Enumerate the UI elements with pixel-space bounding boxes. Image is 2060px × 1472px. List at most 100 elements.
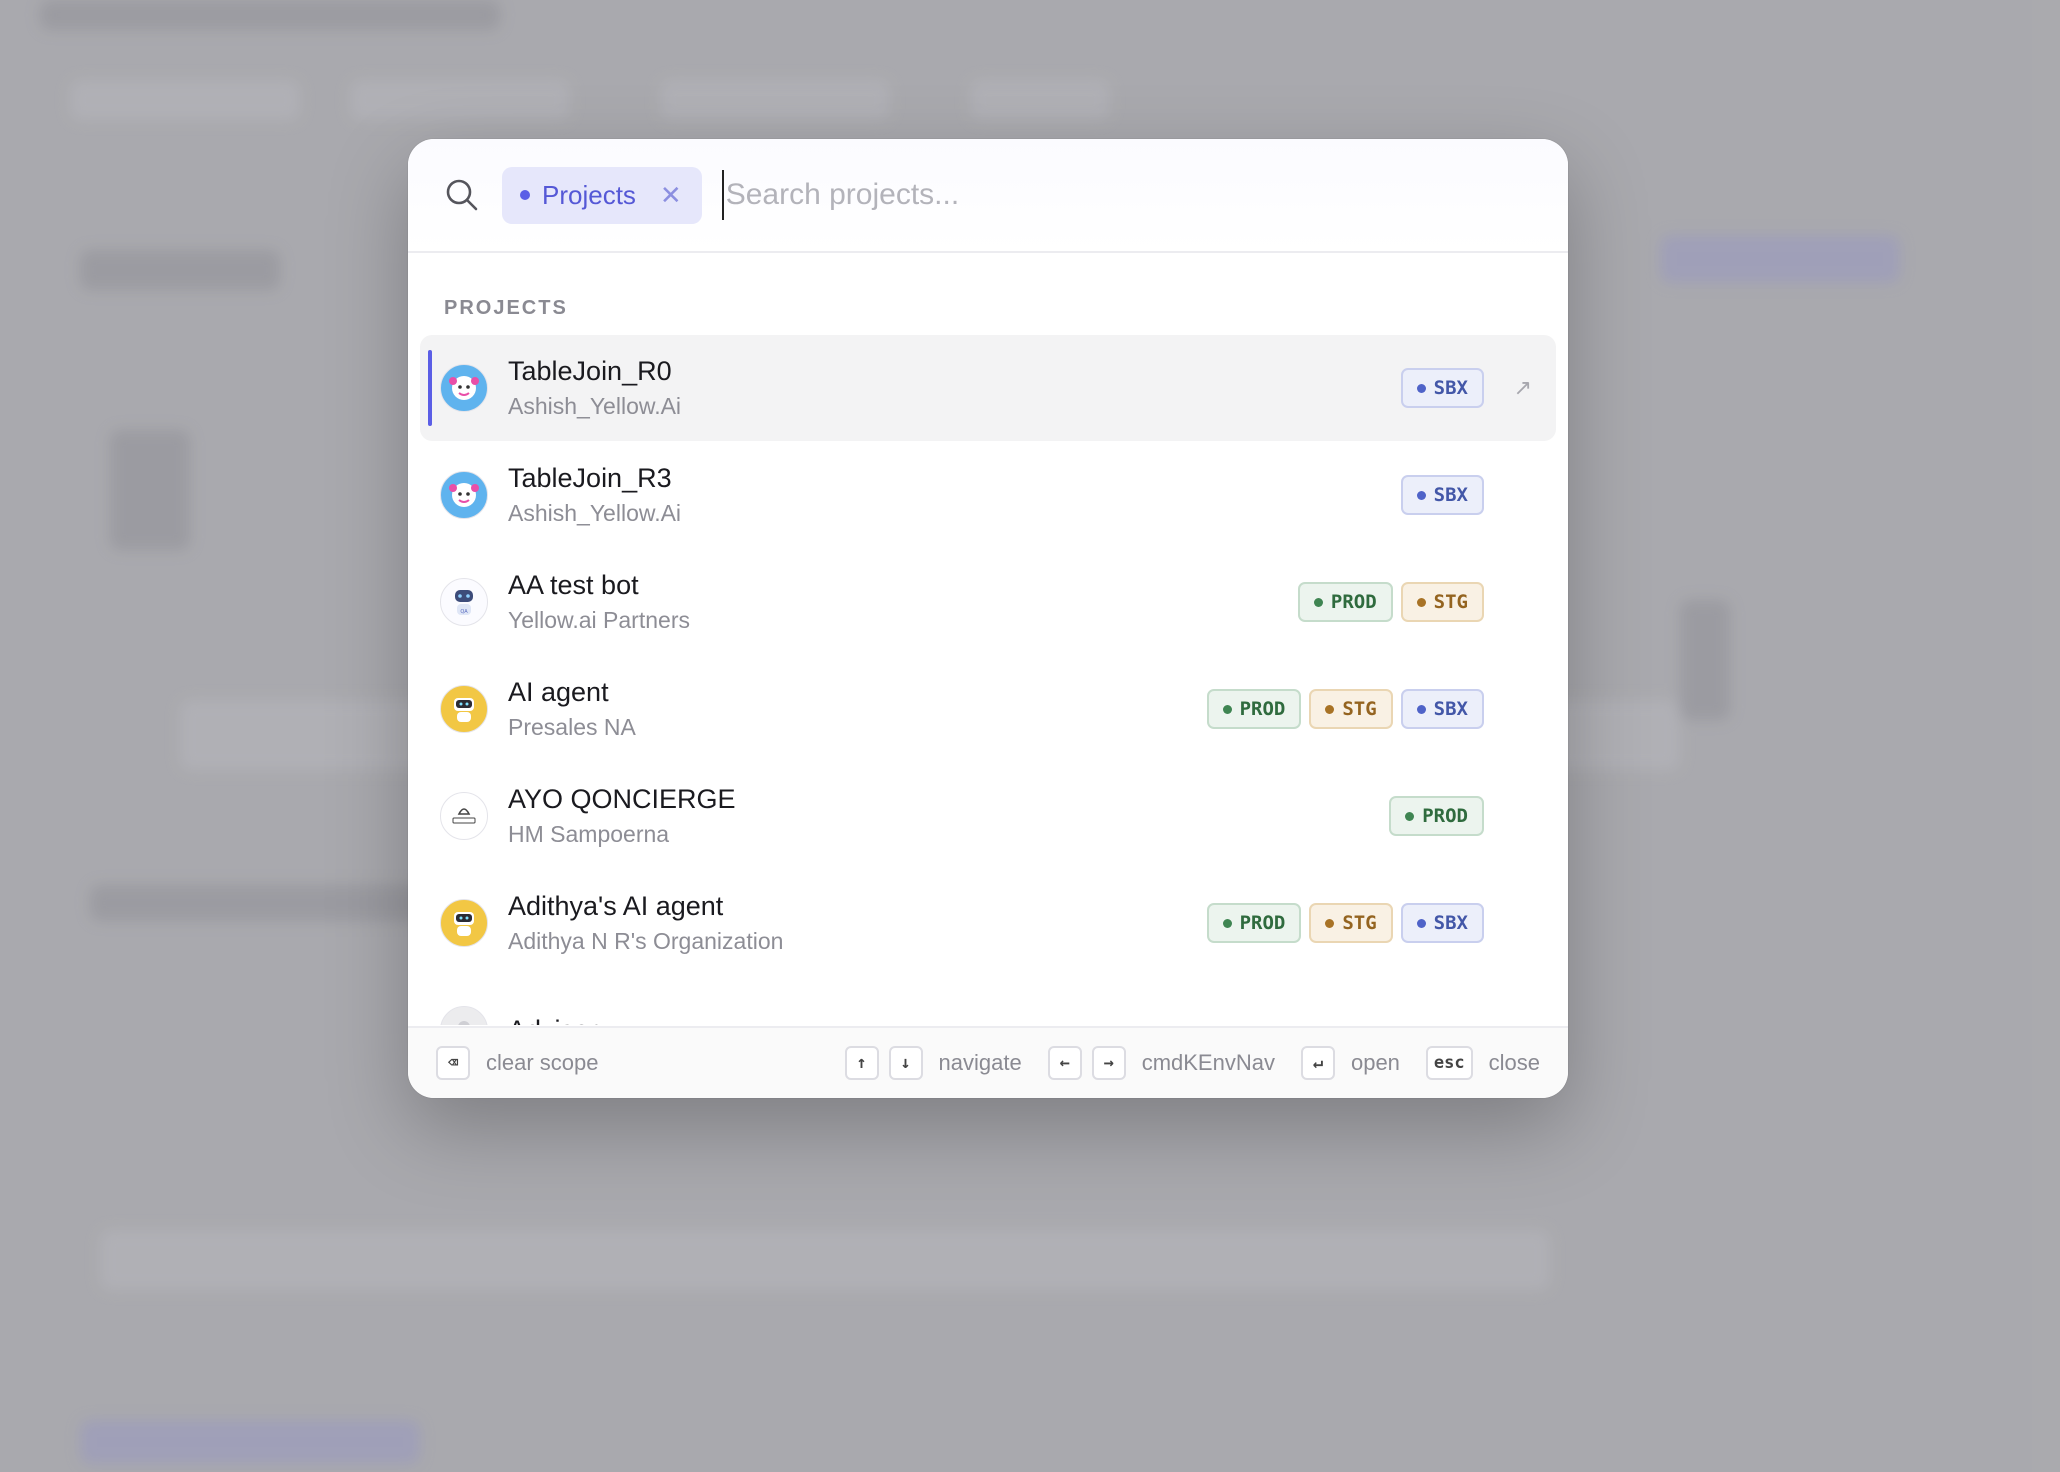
env-badge-prod[interactable]: PROD <box>1206 903 1302 943</box>
arrow-left-key: ← <box>1047 1046 1082 1080</box>
env-badge-label: SBX <box>1433 698 1468 720</box>
shortcut-footer: ⌫ clear scope ↑ ↓ navigate ← → cmdKEnvNa… <box>408 1026 1568 1098</box>
env-dot <box>1416 918 1426 928</box>
env-dot <box>1313 597 1323 607</box>
close-hint: esc close <box>1425 1046 1540 1080</box>
env-badge-label: PROD <box>1239 698 1286 720</box>
project-name: TableJoin_R0 <box>508 356 672 386</box>
close-label: close <box>1488 1050 1540 1075</box>
robot-avatar-white-icon: QA <box>440 578 488 626</box>
env-badge-label: PROD <box>1239 912 1286 934</box>
env-badge-label: SBX <box>1433 912 1468 934</box>
env-badge-sbx[interactable]: SBX <box>1400 368 1484 408</box>
arrow-up-key: ↑ <box>844 1046 879 1080</box>
scope-chip: Projects ✕ <box>502 166 702 224</box>
scope-dot <box>520 190 530 200</box>
enter-key: ↵ <box>1300 1046 1335 1080</box>
project-text: TableJoin_R0 Ashish_Yellow.Ai <box>508 354 1401 422</box>
env-badge-label: STG <box>1342 912 1377 934</box>
project-list: TableJoin_R0 Ashish_Yellow.Ai SBX ↗ TableJoi… <box>420 335 1556 1025</box>
search-bar: Projects ✕ <box>408 139 1568 253</box>
env-badge-stg[interactable]: STG <box>1309 689 1393 729</box>
env-badge-stg[interactable]: STG <box>1309 903 1393 943</box>
env-dot <box>1416 597 1426 607</box>
env-badges: PROD STG <box>1297 582 1484 622</box>
env-badges: PROD <box>1389 796 1484 836</box>
project-org: Ashish_Yellow.Ai <box>508 500 682 526</box>
env-dot <box>1325 704 1335 714</box>
project-name: Advisor <box>508 1013 1401 1025</box>
project-org: Yellow.ai Partners <box>508 607 690 633</box>
iqos-logo-icon <box>440 792 488 840</box>
env-dot <box>1416 490 1426 500</box>
project-name: AI agent <box>508 677 609 707</box>
esc-key: esc <box>1425 1046 1473 1080</box>
env-badge-stg[interactable]: STG <box>1400 582 1484 622</box>
env-badge-prod[interactable]: PROD <box>1297 582 1393 622</box>
clear-scope-hint: ⌫ clear scope <box>436 1046 599 1080</box>
env-badge-label: PROD <box>1330 591 1377 613</box>
open-arrow-icon[interactable]: ↗ <box>1514 375 1532 401</box>
project-org: HM Sampoerna <box>508 821 670 847</box>
env-badges: PROD STG SBX <box>1206 689 1484 729</box>
env-dot <box>1222 918 1232 928</box>
svg-text:QA: QA <box>460 609 468 615</box>
project-org: Presales NA <box>508 714 636 740</box>
project-row[interactable]: AYO QONCIERGE HM Sampoerna PROD <box>420 763 1556 869</box>
project-text: AA test bot Yellow.ai Partners <box>508 568 1298 636</box>
env-badge-sbx[interactable]: SBX <box>1400 903 1484 943</box>
project-row[interactable]: AdvisorSTG <box>420 977 1556 1025</box>
project-row[interactable]: AI agent Presales NA PROD STG SBX <box>420 656 1556 762</box>
env-badges: PROD STG SBX <box>1206 903 1484 943</box>
project-org: Adithya N R's Organization <box>508 928 784 954</box>
env-dot <box>1416 383 1426 393</box>
project-row[interactable]: TableJoin_R3 Ashish_Yellow.Ai SBX <box>420 442 1556 548</box>
env-badge-label: PROD <box>1422 805 1468 827</box>
clear-scope-label: clear scope <box>486 1050 599 1075</box>
env-badges: SBX <box>1400 368 1484 408</box>
project-name: AYO QONCIERGE <box>508 784 736 814</box>
project-row[interactable]: QA AA test bot Yellow.ai Partners PROD STG <box>420 549 1556 655</box>
env-badge-label: SBX <box>1433 484 1468 506</box>
scope-chip-label: Projects <box>542 179 636 210</box>
project-text: TableJoin_R3 Ashish_Yellow.Ai <box>508 461 1401 529</box>
project-org: Ashish_Yellow.Ai <box>508 393 682 419</box>
open-hint: ↵ open <box>1300 1046 1400 1080</box>
arrow-down-key: ↓ <box>888 1046 923 1080</box>
command-palette: Projects ✕ PROJECTS TableJoin_R0 Ashish_Y… <box>408 139 1568 1098</box>
robot-avatar-blue-icon <box>440 471 488 519</box>
env-badges: SBX <box>1400 475 1484 515</box>
env-dot <box>1416 704 1426 714</box>
section-label: PROJECTS <box>444 297 568 319</box>
open-label: open <box>1350 1050 1400 1075</box>
project-row[interactable]: Adithya's AI agent Adithya N R's Organiza… <box>420 870 1556 976</box>
project-text: Advisor <box>508 1013 1401 1025</box>
navigate-label: navigate <box>938 1050 1022 1075</box>
env-dot <box>1222 704 1232 714</box>
project-name: AA test bot <box>508 570 639 600</box>
project-name: Adithya's AI agent <box>508 891 724 921</box>
env-dot <box>1325 918 1335 928</box>
project-text: Adithya's AI agent Adithya N R's Organiza… <box>508 889 1207 957</box>
robot-avatar-blue-icon <box>440 364 488 412</box>
env-badge-sbx[interactable]: SBX <box>1400 475 1484 515</box>
env-badge-prod[interactable]: PROD <box>1389 796 1484 836</box>
backspace-key: ⌫ <box>436 1046 470 1080</box>
clear-scope-icon[interactable]: ✕ <box>660 180 682 211</box>
arrow-right-key: → <box>1091 1046 1126 1080</box>
project-name: TableJoin_R3 <box>508 463 672 493</box>
search-input[interactable] <box>721 170 1532 220</box>
project-row[interactable]: TableJoin_R0 Ashish_Yellow.Ai SBX ↗ <box>420 335 1556 441</box>
project-text: AI agent Presales NA <box>508 675 1207 743</box>
robot-avatar-yellow-icon <box>440 685 488 733</box>
env-badge-sbx[interactable]: SBX <box>1400 689 1484 729</box>
env-badge-prod[interactable]: PROD <box>1206 689 1302 729</box>
env-dot <box>1405 811 1415 821</box>
env-nav-hint: ← → cmdKEnvNav <box>1047 1046 1275 1080</box>
robot-avatar-yellow-icon <box>440 899 488 947</box>
env-badge-label: STG <box>1433 591 1468 613</box>
search-icon <box>444 177 480 213</box>
env-badge-label: STG <box>1342 698 1377 720</box>
navigate-hint: ↑ ↓ navigate <box>844 1046 1022 1080</box>
project-text: AYO QONCIERGE HM Sampoerna <box>508 782 1389 850</box>
